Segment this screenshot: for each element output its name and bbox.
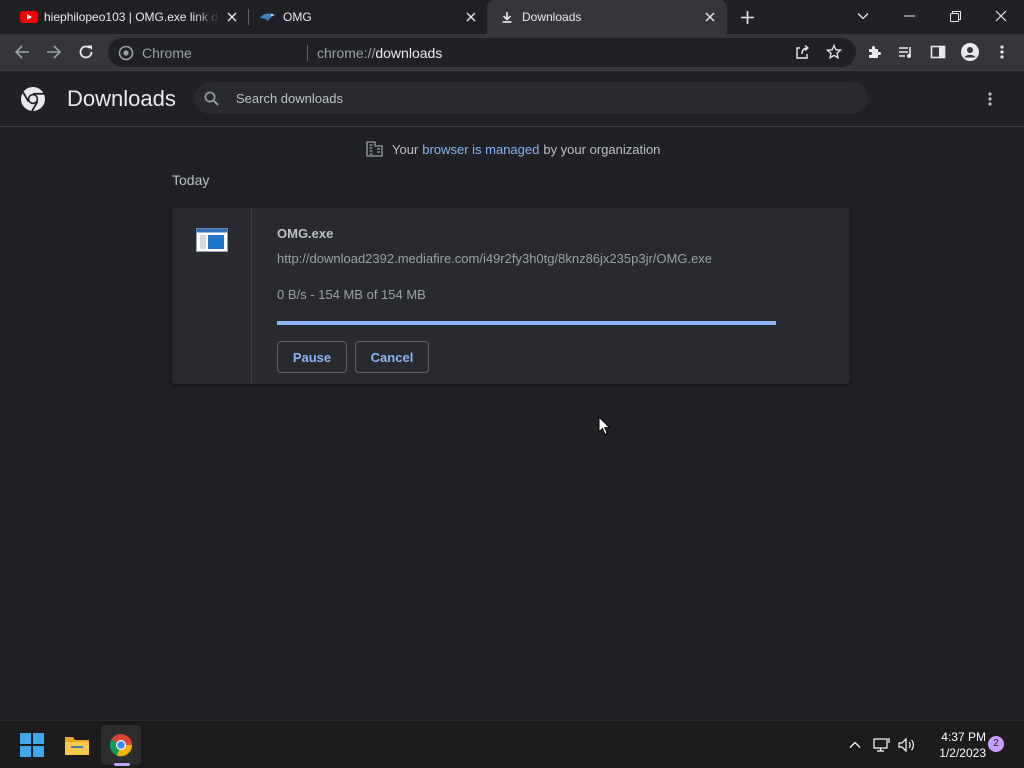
pause-button[interactable]: Pause — [277, 341, 347, 373]
tab-title: hiephilopeo103 | OMG.exe link download — [44, 10, 220, 24]
bird-icon — [259, 10, 277, 24]
clock-date: 1/2/2023 — [939, 746, 986, 760]
download-file-name[interactable]: OMG.exe — [277, 226, 333, 242]
media-playlist-icon[interactable] — [896, 42, 916, 62]
tab-strip: hiephilopeo103 | OMG.exe link download O… — [0, 0, 1024, 34]
downloads-menu-kebab-icon[interactable] — [980, 89, 1000, 109]
search-icon — [204, 91, 219, 106]
windows-taskbar: 4:37 PM 1/2/2023 — [0, 720, 1024, 768]
restore-icon[interactable] — [932, 0, 978, 32]
search-box[interactable] — [194, 82, 868, 114]
windows-start-icon[interactable] — [12, 725, 52, 765]
download-icon — [501, 11, 513, 23]
active-app-indicator — [114, 763, 130, 766]
executable-file-icon — [196, 228, 228, 252]
tab-search-chevron-down-icon[interactable] — [840, 0, 886, 32]
reload-icon[interactable] — [76, 42, 96, 62]
managed-suffix: by your organization — [543, 141, 661, 157]
search-input[interactable] — [236, 88, 836, 108]
cancel-button[interactable]: Cancel — [355, 341, 429, 373]
download-source-url[interactable]: http://download2392.mediafire.com/i49r2f… — [277, 251, 712, 267]
chrome-taskbar-icon[interactable] — [101, 725, 141, 765]
managed-notice: Your browser is managed by your organiza… — [366, 140, 660, 158]
address-bar[interactable]: Chrome chrome://downloads — [108, 38, 856, 67]
close-tab-icon[interactable] — [704, 11, 716, 23]
profile-avatar-icon[interactable] — [960, 42, 980, 62]
close-tab-icon[interactable] — [465, 11, 477, 23]
date-group-label: Today — [172, 172, 210, 188]
tab-youtube[interactable]: hiephilopeo103 | OMG.exe link download — [0, 0, 248, 34]
url-scheme: chrome:// — [317, 45, 376, 61]
managed-link[interactable]: browser is managed — [422, 142, 539, 157]
download-progress-bar — [277, 321, 776, 325]
building-icon — [366, 141, 383, 157]
tab-title: OMG — [283, 10, 312, 24]
clock-time: 4:37 PM — [941, 730, 986, 744]
chrome-logo-icon — [20, 86, 46, 112]
tray-chevron-up-icon[interactable] — [845, 735, 865, 755]
notification-count-badge[interactable]: 2 — [988, 736, 1004, 752]
forward-arrow-icon[interactable] — [44, 42, 64, 62]
download-status: 0 B/s - 154 MB of 154 MB — [277, 287, 426, 302]
youtube-icon — [20, 10, 38, 24]
managed-prefix: Your — [392, 141, 419, 157]
chrome-menu-kebab-icon[interactable] — [992, 42, 1012, 62]
site-chip: Chrome — [142, 45, 192, 61]
browser-toolbar: Chrome chrome://downloads — [0, 34, 1024, 71]
download-item-card: OMG.exe http://download2392.mediafire.co… — [172, 208, 850, 384]
chrome-icon — [118, 45, 134, 61]
url-text: chrome://downloads — [317, 45, 442, 61]
mouse-pointer-icon — [598, 416, 611, 436]
tab-omg[interactable]: OMG — [249, 0, 487, 34]
tab-title: Downloads — [522, 10, 582, 24]
side-panel-icon[interactable] — [928, 42, 948, 62]
page-title: Downloads — [67, 86, 176, 111]
extensions-puzzle-icon[interactable] — [864, 42, 884, 62]
network-monitor-icon[interactable] — [872, 735, 892, 755]
url-host: downloads — [375, 45, 443, 61]
file-explorer-folder-icon[interactable] — [57, 725, 97, 765]
taskbar-clock[interactable]: 4:37 PM 1/2/2023 — [928, 729, 986, 761]
file-icon-column — [172, 208, 252, 384]
close-tab-icon[interactable] — [226, 11, 238, 23]
chip-separator — [307, 45, 308, 61]
progress-fill — [277, 321, 776, 325]
downloads-header: Downloads — [0, 71, 1024, 127]
volume-speaker-icon[interactable] — [897, 735, 917, 755]
share-icon[interactable] — [792, 42, 812, 62]
close-window-icon[interactable] — [978, 0, 1024, 32]
back-arrow-icon[interactable] — [12, 42, 32, 62]
tab-downloads[interactable]: Downloads — [487, 0, 727, 34]
bookmark-star-icon[interactable] — [824, 42, 844, 62]
new-tab-icon[interactable] — [740, 10, 755, 25]
minimize-icon[interactable] — [886, 0, 932, 32]
